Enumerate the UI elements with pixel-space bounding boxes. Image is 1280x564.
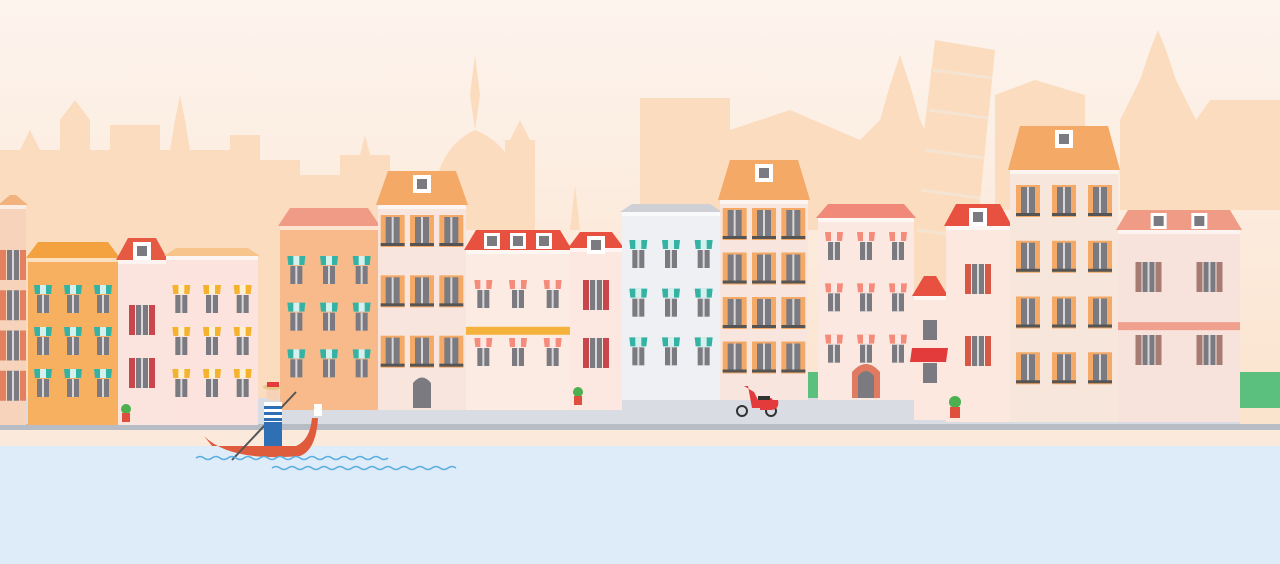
building	[568, 232, 624, 410]
potted-plant-icon	[573, 387, 583, 405]
building	[278, 208, 380, 410]
doorway	[413, 377, 431, 408]
potted-plant-icon	[121, 404, 131, 422]
water	[0, 446, 1280, 564]
sand-strip	[0, 430, 1280, 446]
shop-awning	[910, 348, 948, 362]
building	[116, 238, 168, 425]
building	[1008, 126, 1120, 422]
building	[944, 204, 1012, 422]
grass-patch	[1240, 372, 1280, 408]
potted-plant-icon	[949, 396, 961, 418]
building	[1116, 210, 1242, 422]
building	[620, 204, 722, 400]
venice-waterfront-illustration	[0, 0, 1280, 564]
building	[26, 242, 120, 425]
building	[464, 230, 572, 410]
grass-patch-left	[806, 372, 820, 398]
building	[718, 160, 810, 400]
building	[0, 195, 28, 425]
doorway	[858, 371, 874, 398]
building	[376, 171, 468, 410]
building	[164, 248, 260, 425]
